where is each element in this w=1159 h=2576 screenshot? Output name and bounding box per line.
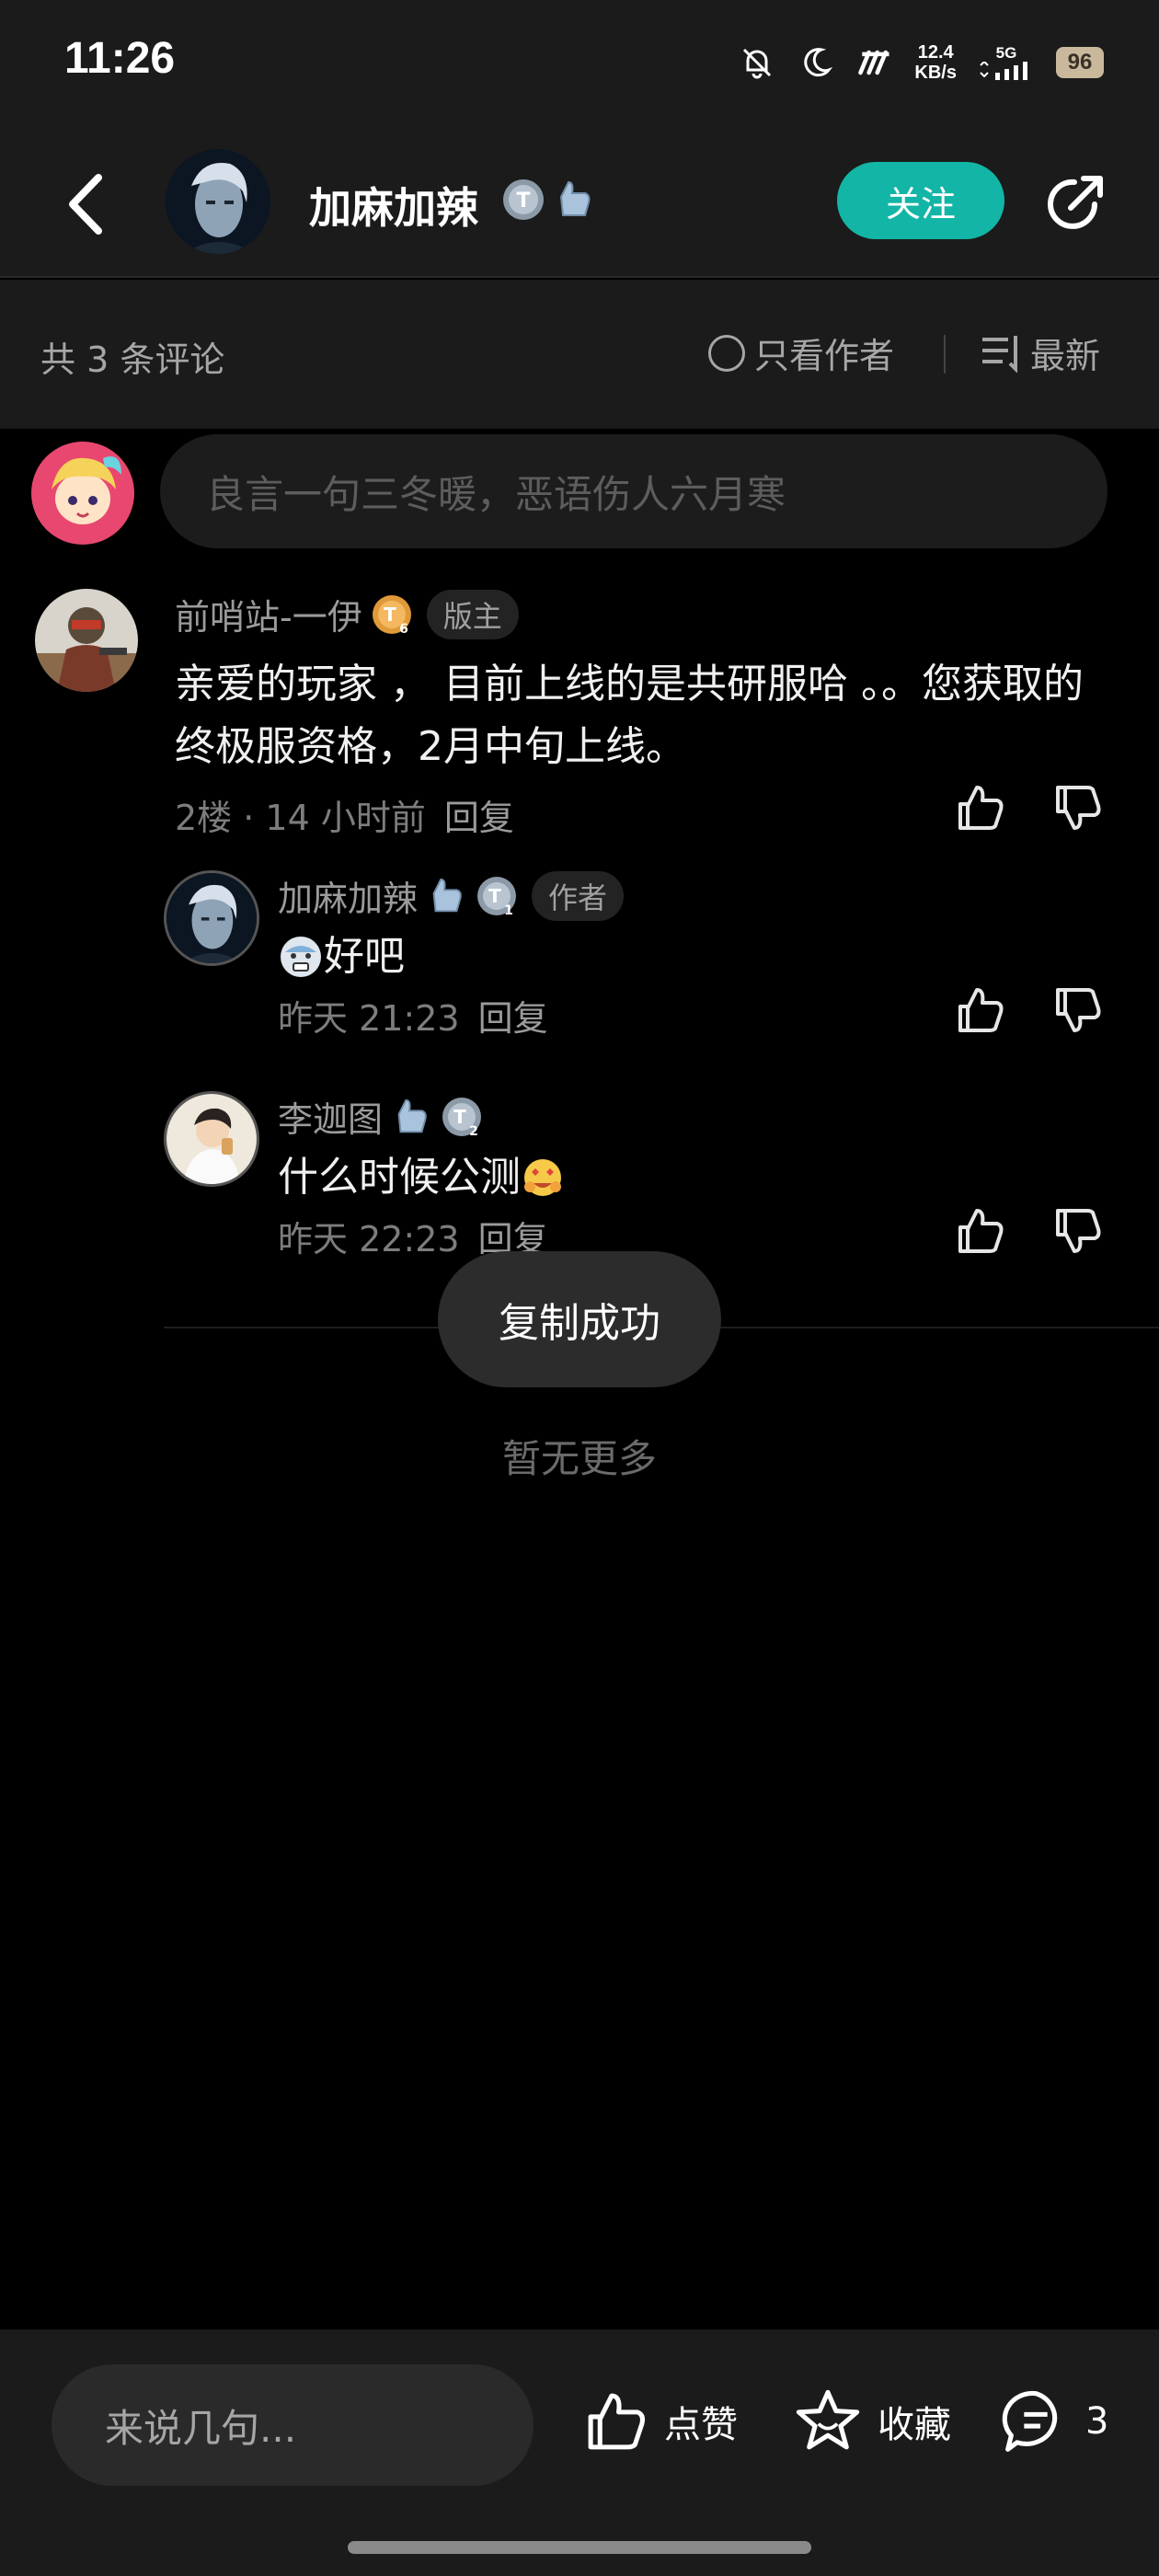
thumb-badge-icon [559, 180, 591, 216]
reply-button[interactable]: 回复 [478, 998, 548, 1039]
thumb-badge-icon [397, 1098, 427, 1133]
my-avatar[interactable] [31, 442, 134, 545]
thumbs-down-icon [1056, 1209, 1101, 1253]
author-only-label: 只看作者 [754, 336, 895, 376]
author-tag: 作者 [532, 870, 625, 921]
comments-button[interactable]: 3 [999, 2386, 1108, 2456]
signal-bars-icon [980, 62, 1027, 80]
moderator-tag: 版主 [426, 589, 519, 639]
like-post-button[interactable]: 点赞 [581, 2386, 738, 2456]
moon-icon [797, 43, 835, 82]
comment-text-content: 好吧 [324, 933, 405, 980]
level-badge-icon: T2 [442, 1097, 482, 1139]
commenter-name: 加麻加辣 T1 作者 [278, 870, 625, 921]
dislike-button[interactable] [1050, 780, 1106, 835]
svg-text:1: 1 [504, 903, 513, 918]
comment-text[interactable]: 好吧 [278, 926, 405, 988]
commenter-avatar[interactable] [164, 1091, 259, 1187]
commenter-avatar[interactable] [35, 589, 138, 692]
level-badge-icon: T [503, 179, 544, 220]
favorite-label: 收藏 [878, 2404, 951, 2446]
comment-time: 昨天 22:23 [278, 1219, 460, 1259]
follow-button[interactable]: 关注 [837, 162, 1004, 239]
comment-count: 共 3 条评论 [40, 339, 225, 380]
no-more-label: 暂无更多 [501, 1436, 657, 1481]
author-avatar[interactable] [166, 149, 270, 254]
share-button[interactable] [1039, 169, 1109, 239]
status-bar: 11:26 12.4 KB/s 5G 96 [0, 0, 1159, 129]
thumbs-down-icon [1056, 786, 1101, 830]
svg-text:T: T [516, 190, 530, 213]
thumbs-up-icon [958, 988, 1004, 1032]
author-name[interactable]: 加麻加辣 [309, 175, 478, 236]
network-speed-value: 12.4 [917, 42, 954, 63]
status-time: 11:26 [64, 34, 176, 83]
reply-button[interactable]: 回复 [444, 798, 514, 838]
dislike-button[interactable] [1050, 1203, 1106, 1259]
svg-text:T: T [453, 1106, 466, 1128]
bottom-comment-input[interactable]: 来说几句... [52, 2364, 534, 2486]
signal-indicator: 5G [977, 45, 1036, 80]
back-button[interactable] [53, 169, 118, 239]
filter-divider [944, 335, 946, 374]
comment-bubble-icon [1002, 2390, 1058, 2452]
comment-input[interactable]: 良言一句三冬暖，恶语伤人六月寒 [160, 434, 1107, 548]
commenter-name-text[interactable]: 前哨站-一伊 [175, 589, 362, 639]
battery-indicator: 96 [1056, 47, 1104, 78]
sort-icon [982, 335, 1017, 373]
svg-text:T: T [488, 885, 501, 907]
like-button[interactable] [953, 780, 1008, 835]
star-icon [796, 2389, 860, 2450]
comment-text[interactable]: 什么时候公测 [278, 1146, 565, 1209]
comment-meta: 昨天 21:23 回复 [278, 990, 548, 1041]
thumbs-up-icon [588, 2393, 646, 2450]
author-badges: T [500, 177, 596, 223]
comment-time: 2楼 · 14 小时前 [175, 798, 426, 838]
thumbs-up-icon [958, 1209, 1004, 1253]
comment-meta: 2楼 · 14 小时前 回复 [175, 789, 514, 840]
level-badge-icon: T1 [477, 876, 517, 918]
commenter-name: 李迦图 T2 [278, 1091, 484, 1142]
comment-text[interactable]: 亲爱的玩家 ， 目前上线的是共研服哈 。。您获取的终极服资格，2月中旬上线。 [175, 653, 1113, 778]
commenter-name-text[interactable]: 加麻加辣 [278, 870, 418, 921]
thumbs-up-icon [958, 786, 1004, 830]
commenter-name-text[interactable]: 李迦图 [278, 1091, 383, 1142]
comment-time: 昨天 21:23 [278, 998, 460, 1039]
dislike-button[interactable] [1050, 983, 1106, 1038]
like-button[interactable] [953, 983, 1008, 1038]
signal-label: 5G [995, 44, 1017, 62]
crying-face-emoji-icon [281, 937, 321, 977]
toast-message: 复制成功 [438, 1251, 721, 1387]
sort-label: 最新 [1030, 336, 1101, 376]
svg-text:6: 6 [399, 622, 408, 637]
thumbs-down-icon [1056, 988, 1101, 1032]
status-icons: 12.4 KB/s 5G 96 [738, 37, 1104, 88]
chevron-left-icon [69, 174, 102, 235]
bottom-action-bar: 来说几句... 点赞 收藏 3 [0, 2329, 1159, 2576]
network-speed: 12.4 KB/s [914, 42, 957, 83]
thumb-badge-icon [432, 878, 462, 912]
like-label: 点赞 [664, 2404, 738, 2446]
level-badge-icon: T6 [372, 594, 411, 637]
comment-count-badge: 3 [1085, 2400, 1109, 2443]
heart-eyes-emoji-icon [524, 1159, 561, 1196]
author-only-toggle[interactable]: 只看作者 [708, 328, 894, 378]
sort-button[interactable]: 最新 [981, 328, 1100, 378]
commenter-avatar[interactable] [164, 870, 259, 966]
comment-filter-bar: 共 3 条评论 只看作者 最新 [0, 280, 1159, 429]
app-notification-icon [855, 43, 894, 82]
home-indicator[interactable] [348, 2541, 811, 2554]
network-speed-unit: KB/s [914, 63, 957, 83]
share-icon [1048, 176, 1103, 229]
comment-text-content: 什么时候公测 [278, 1154, 521, 1201]
top-nav: 加麻加辣 T 关注 [0, 129, 1159, 278]
svg-text:T: T [384, 604, 396, 626]
svg-text:2: 2 [469, 1124, 478, 1139]
bell-muted-icon [738, 43, 776, 82]
comments-section: 良言一句三冬暖，恶语伤人六月寒 前哨站-一伊 T6 版主 亲爱的玩家 ， 目前上… [0, 429, 1159, 2329]
commenter-name: 前哨站-一伊 T6 版主 [175, 589, 519, 639]
radio-icon [708, 334, 745, 372]
favorite-button[interactable]: 收藏 [791, 2386, 951, 2456]
like-button[interactable] [953, 1203, 1008, 1259]
